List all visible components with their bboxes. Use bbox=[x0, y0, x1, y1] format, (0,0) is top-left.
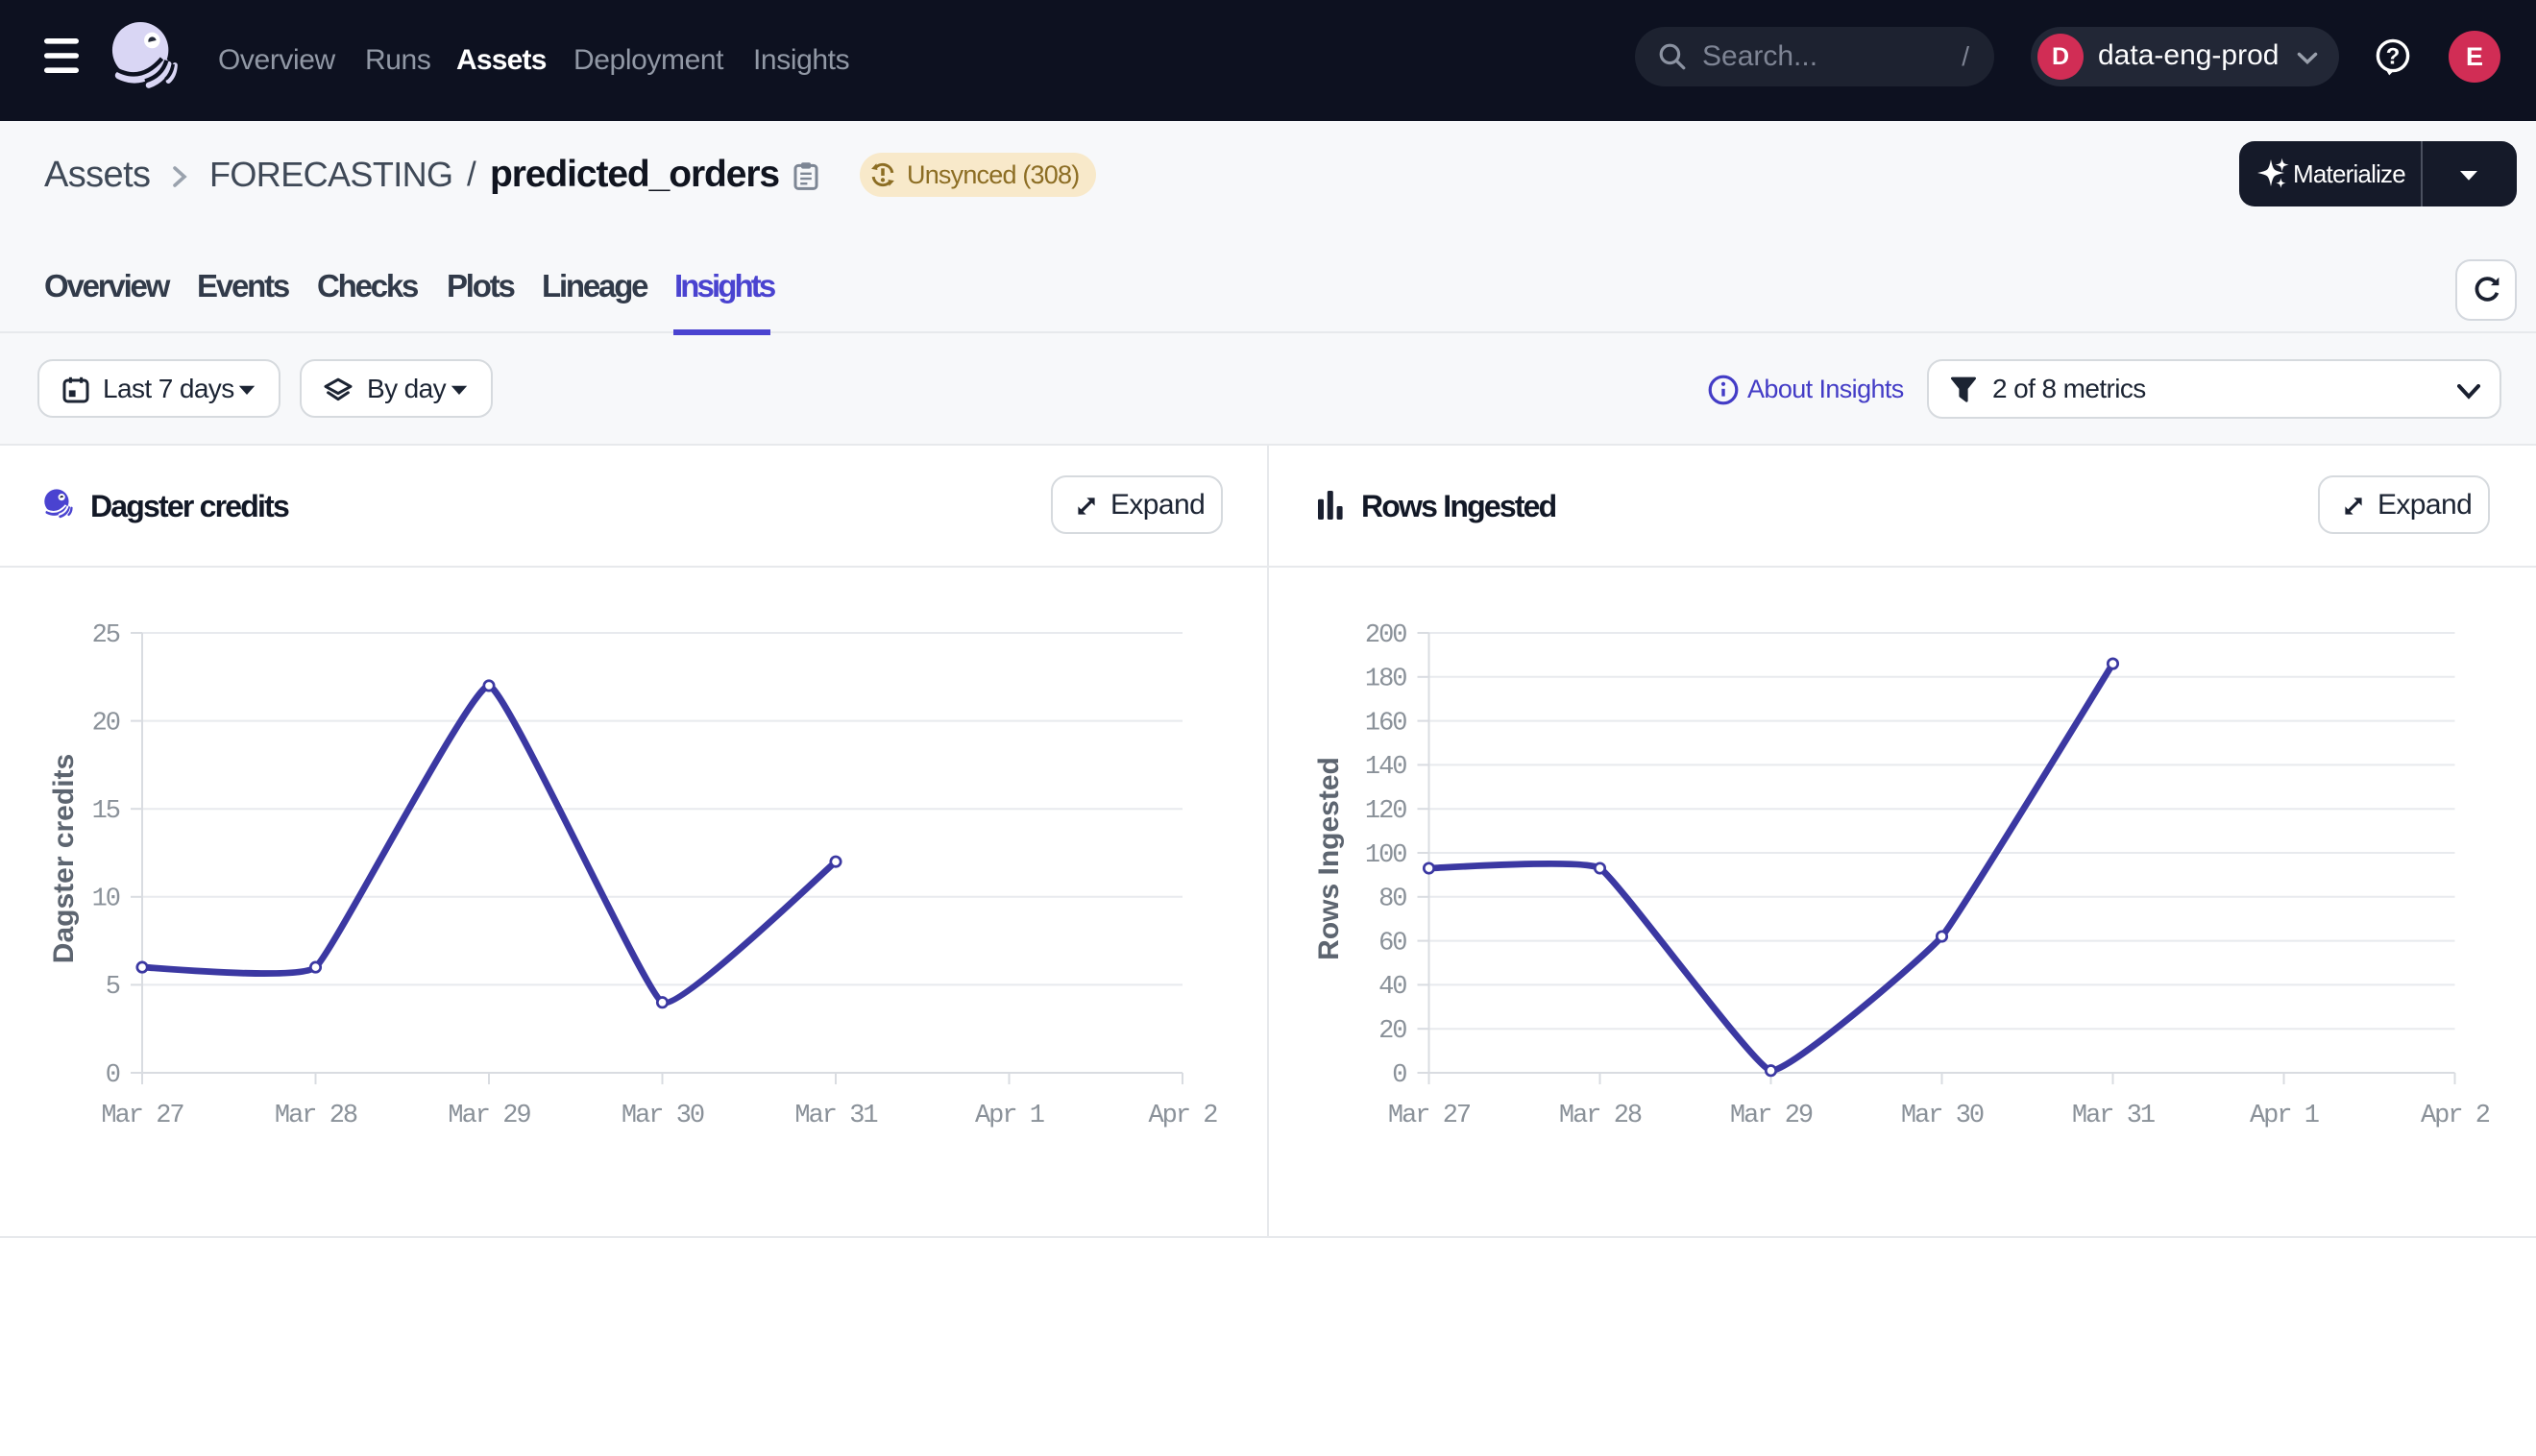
svg-text:?: ? bbox=[2386, 43, 2401, 69]
svg-text:Rows Ingested: Rows Ingested bbox=[1313, 757, 1345, 960]
svg-text:Mar 29: Mar 29 bbox=[1730, 1102, 1813, 1130]
svg-text:Dagster credits: Dagster credits bbox=[48, 754, 80, 963]
svg-text:25: 25 bbox=[92, 621, 120, 650]
svg-text:0: 0 bbox=[106, 1061, 120, 1090]
svg-text:0: 0 bbox=[1392, 1061, 1406, 1090]
svg-text:Apr 1: Apr 1 bbox=[2250, 1102, 2319, 1130]
svg-text:160: 160 bbox=[1365, 709, 1406, 738]
svg-text:Mar 28: Mar 28 bbox=[1559, 1102, 1642, 1130]
svg-text:Mar 30: Mar 30 bbox=[1901, 1102, 1984, 1130]
svg-text:80: 80 bbox=[1378, 886, 1406, 914]
svg-text:Apr 1: Apr 1 bbox=[975, 1102, 1044, 1130]
svg-text:10: 10 bbox=[92, 886, 120, 914]
svg-text:180: 180 bbox=[1365, 666, 1406, 694]
svg-text:Mar 28: Mar 28 bbox=[275, 1102, 357, 1130]
svg-text:Mar 31: Mar 31 bbox=[794, 1102, 877, 1130]
svg-text:Mar 27: Mar 27 bbox=[1388, 1102, 1471, 1130]
svg-text:5: 5 bbox=[106, 973, 120, 1002]
svg-text:140: 140 bbox=[1365, 753, 1406, 782]
svg-text:Apr 2: Apr 2 bbox=[1148, 1102, 1217, 1130]
svg-text:200: 200 bbox=[1365, 621, 1406, 650]
svg-text:60: 60 bbox=[1378, 929, 1406, 958]
svg-text:Mar 27: Mar 27 bbox=[101, 1102, 183, 1130]
svg-text:15: 15 bbox=[92, 797, 120, 826]
svg-text:Mar 31: Mar 31 bbox=[2072, 1102, 2155, 1130]
svg-text:20: 20 bbox=[1378, 1017, 1406, 1046]
svg-text:20: 20 bbox=[92, 709, 120, 738]
svg-text:Apr 2: Apr 2 bbox=[2421, 1102, 2490, 1130]
svg-text:120: 120 bbox=[1365, 797, 1406, 826]
svg-text:40: 40 bbox=[1378, 973, 1406, 1002]
svg-text:100: 100 bbox=[1365, 841, 1406, 870]
svg-text:Mar 30: Mar 30 bbox=[622, 1102, 704, 1130]
svg-text:Mar 29: Mar 29 bbox=[448, 1102, 530, 1130]
